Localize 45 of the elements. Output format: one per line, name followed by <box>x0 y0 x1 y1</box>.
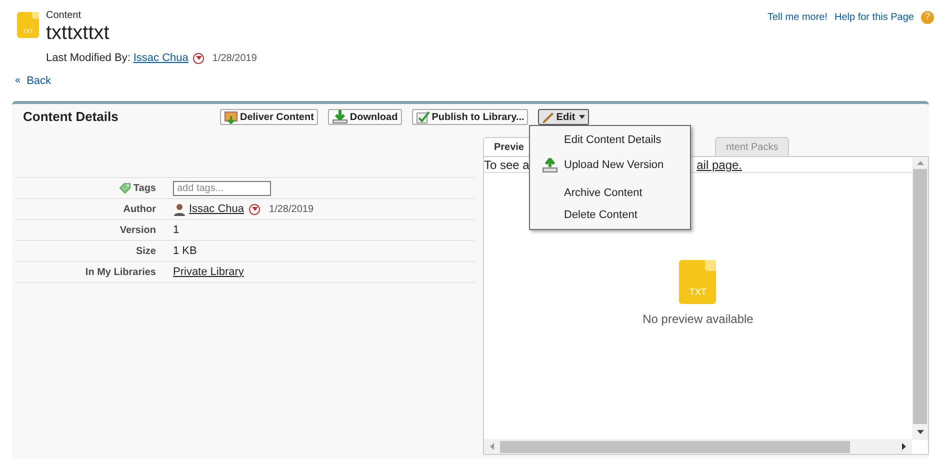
caret-icon <box>579 115 586 119</box>
field-value: 1 KB <box>173 244 197 259</box>
section-label: Content <box>46 10 82 22</box>
edit-menu-button[interactable]: Edit <box>538 109 590 125</box>
field-label: Version <box>120 224 156 238</box>
checkmark-icon <box>416 110 430 124</box>
scroll-right-icon[interactable] <box>902 443 906 450</box>
modified-label: Last Modified By: <box>46 51 130 66</box>
help-link[interactable]: Help for this Page <box>834 10 914 24</box>
user-link[interactable]: Issac Chua <box>189 200 244 218</box>
user-avatar-icon <box>173 202 186 216</box>
scroll-down-icon[interactable] <box>916 430 924 434</box>
upload-icon <box>542 158 558 172</box>
back-link[interactable]: Back <box>26 72 52 89</box>
download-icon <box>332 110 348 124</box>
toolbar-button[interactable]: Deliver Content <box>220 109 318 125</box>
field-label: Tags <box>133 182 156 196</box>
toolbar-button[interactable]: Publish to Library... <box>412 109 528 125</box>
back-arrow: « <box>15 74 21 88</box>
field-label: Author <box>123 202 156 216</box>
horizontal-scrollbar[interactable] <box>484 439 912 454</box>
help-link[interactable]: Tell me more! <box>767 10 828 24</box>
user-link[interactable]: Issac Chua <box>133 50 188 66</box>
tags-input[interactable]: add tags... <box>173 180 271 196</box>
menu-item[interactable]: Archive Content <box>530 182 690 204</box>
field-label: In My Libraries <box>85 266 156 280</box>
pencil-icon <box>542 111 554 123</box>
library-link[interactable]: Private Library <box>173 264 244 280</box>
no-preview-text: No preview available <box>642 311 754 328</box>
page-title: txttxttxt <box>46 22 110 44</box>
preview-message: To see a <box>484 156 530 174</box>
panel-title: Content Details <box>23 108 120 126</box>
package-icon <box>224 110 238 124</box>
dropdown-icon[interactable] <box>249 204 260 214</box>
vertical-scrollbar[interactable] <box>912 157 928 440</box>
detail-page-link[interactable]: ail page. <box>696 156 742 174</box>
tag-icon <box>119 182 132 194</box>
toolbar-button[interactable]: Download <box>328 109 402 125</box>
field-label: Size <box>136 244 156 258</box>
menu-item[interactable]: Delete Content <box>530 204 690 226</box>
modified-date: 1/28/2019 <box>212 52 257 66</box>
field-value: 1 <box>173 222 180 238</box>
txt-file-icon: TXT <box>679 260 716 304</box>
dropdown-icon[interactable] <box>193 52 204 64</box>
field-date: 1/28/2019 <box>269 202 314 216</box>
